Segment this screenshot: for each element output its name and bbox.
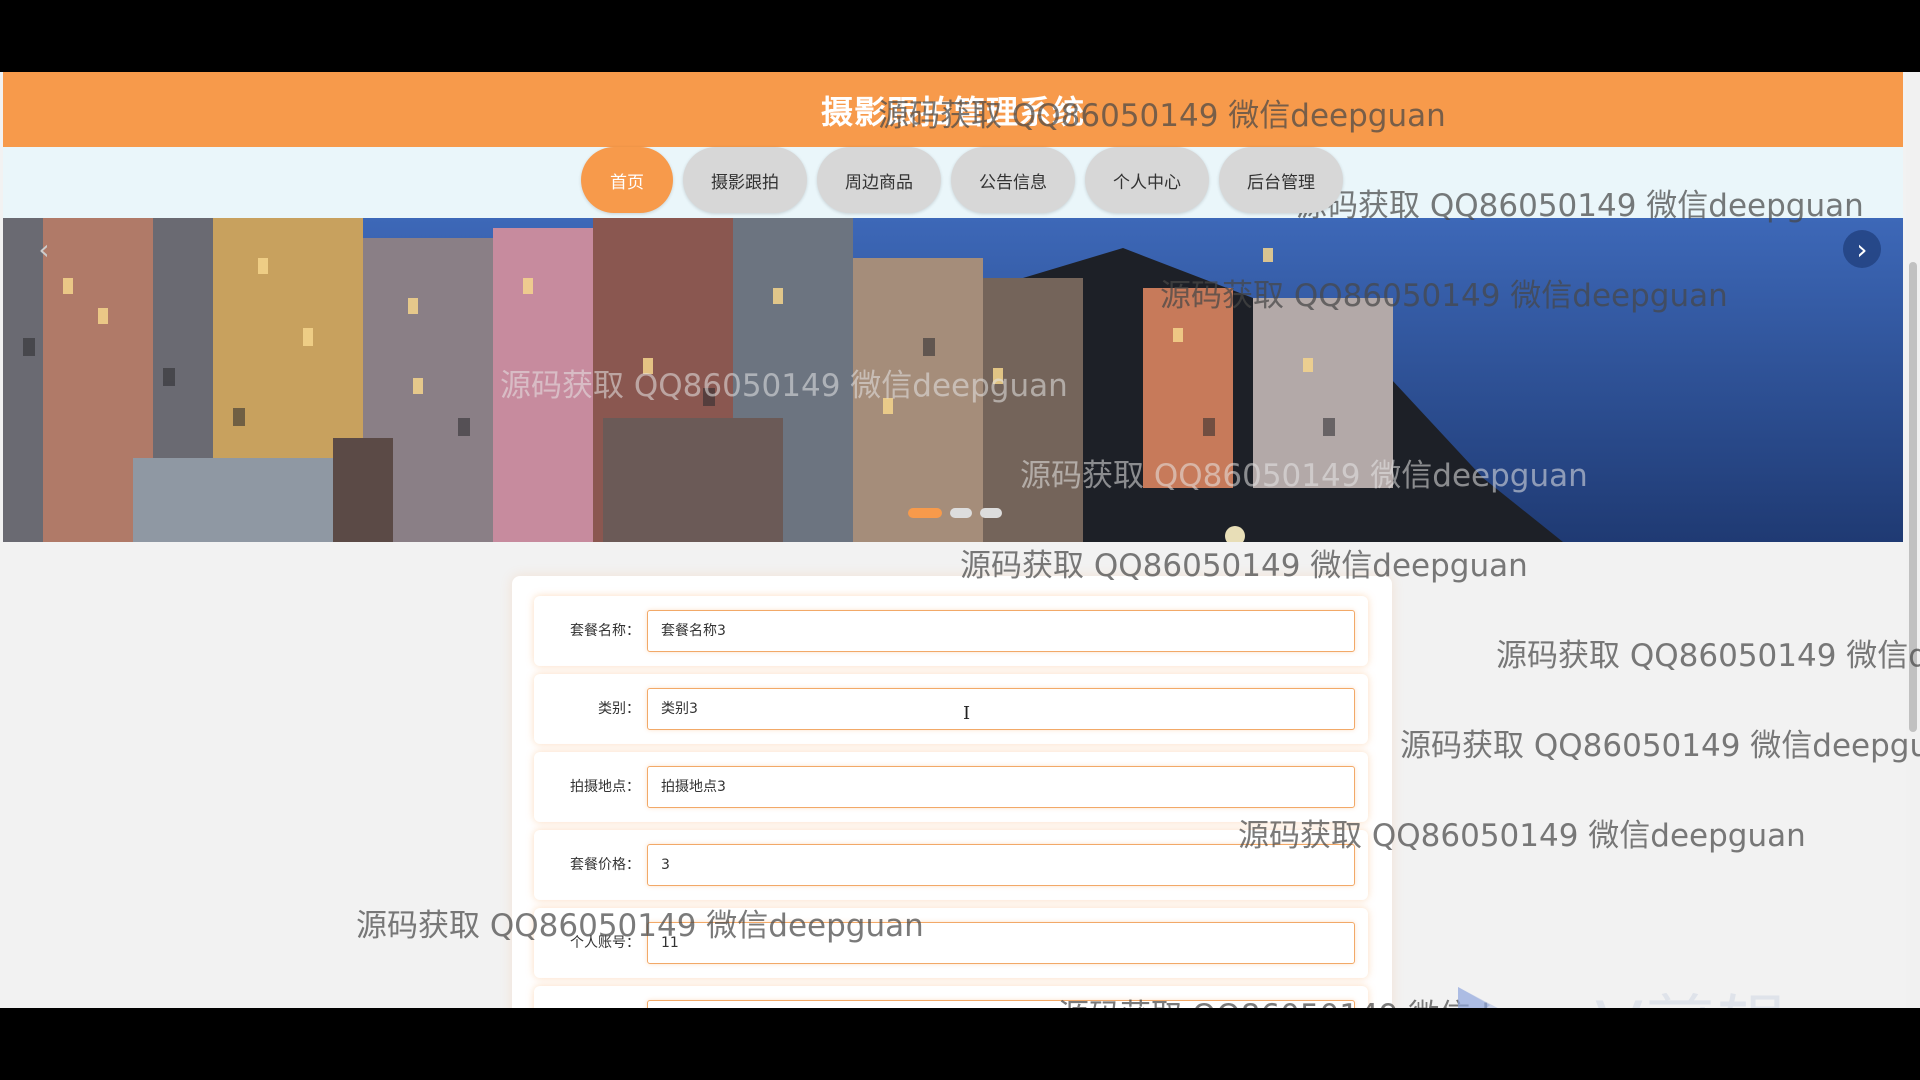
watermark-text: 源码获取 QQ86050149 微信deepguan	[1160, 278, 1728, 314]
carousel-prev-button[interactable]: ‹	[25, 230, 63, 268]
play-icon	[1458, 986, 1499, 1008]
text-cursor-icon: I	[963, 703, 971, 724]
watermark-text: 源码获取 QQ86050149 微信deepguan	[500, 368, 1068, 404]
nav-item-products[interactable]: 周边商品	[817, 147, 941, 213]
category-input[interactable]: 类别3	[647, 688, 1355, 730]
carousel-dot-2[interactable]	[950, 508, 972, 518]
location-input[interactable]: 拍摄地点3	[647, 766, 1355, 808]
package-name-input[interactable]: 套餐名称3	[647, 610, 1355, 652]
nav-item-personal-center[interactable]: 个人中心	[1085, 147, 1209, 213]
package-name-label: 套餐名称：	[570, 623, 640, 639]
location-label: 拍摄地点：	[570, 779, 640, 795]
watermark-text: 源码获取 QQ86050149 微信deepguan	[1400, 728, 1920, 764]
video-editor-brand: eV剪辑	[1550, 972, 1789, 1008]
category-label: 类别：	[598, 701, 640, 717]
carousel-dot-3[interactable]	[980, 508, 1002, 518]
video-editor-logo: eV剪辑	[1450, 972, 1789, 1008]
watermark-text: 源码获取 QQ86050149 微信deepguan	[1496, 638, 1920, 674]
watermark-text: 源码获取 QQ86050149 微信deepguan	[1020, 458, 1588, 494]
watermark-text: 源码获取 QQ86050149 微信deepguan	[1238, 818, 1806, 854]
nav-item-announcements[interactable]: 公告信息	[951, 147, 1075, 213]
form-row-package-name: 套餐名称： 套餐名称3	[534, 596, 1368, 666]
price-label: 套餐价格：	[570, 857, 640, 873]
carousel-next-button[interactable]: ›	[1843, 230, 1881, 268]
browser-viewport: 摄影跟拍管理系统 首页 摄影跟拍 周边商品 公告信息 个人中心 后台管理 ‹ ›…	[0, 72, 1920, 1008]
nav-item-home[interactable]: 首页	[581, 147, 673, 213]
main-nav: 首页 摄影跟拍 周边商品 公告信息 个人中心 后台管理	[0, 147, 1920, 217]
watermark-text: 源码获取 QQ86050149 微信deepguan	[878, 98, 1446, 134]
nav-item-admin[interactable]: 后台管理	[1219, 147, 1343, 213]
carousel-indicators	[908, 508, 1002, 518]
watermark-text: 源码获取 QQ86050149 微信deepguan	[960, 548, 1528, 584]
form-row-category: 类别： 类别3	[534, 674, 1368, 744]
nav-item-photography[interactable]: 摄影跟拍	[683, 147, 807, 213]
watermark-text: 源码获取 QQ86050149 微信deepguan	[356, 908, 924, 944]
carousel-dot-1[interactable]	[908, 508, 942, 518]
